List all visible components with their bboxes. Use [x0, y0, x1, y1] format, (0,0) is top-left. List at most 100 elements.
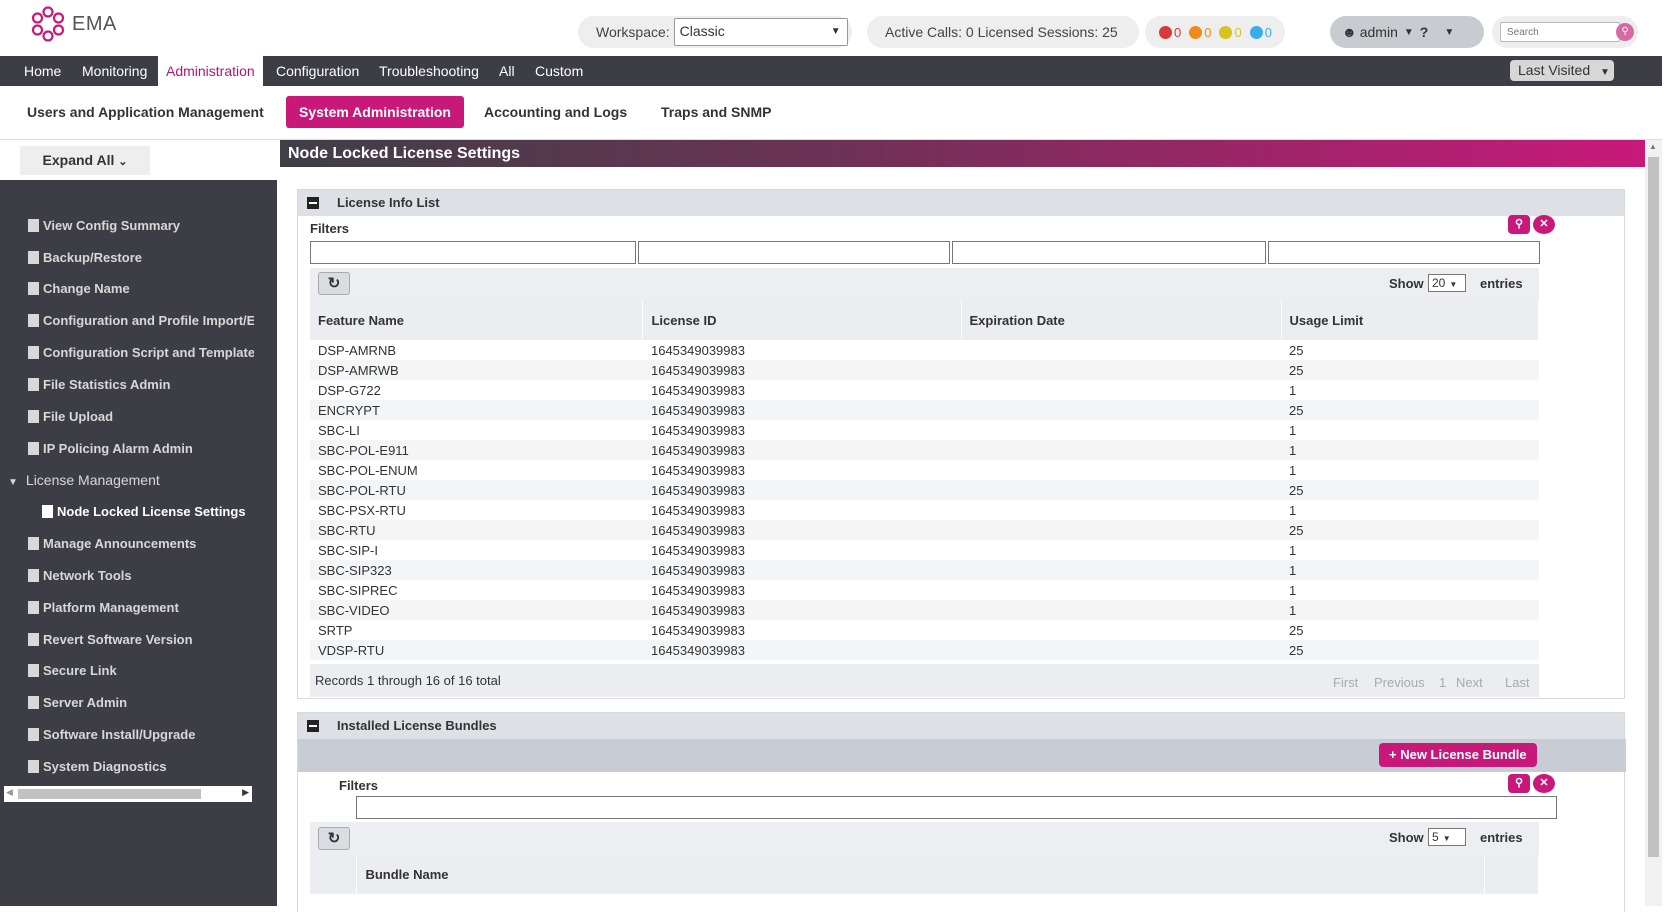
- filter-expiration-date[interactable]: [952, 241, 1266, 264]
- cell-feature-name: SBC-POL-RTU: [310, 480, 643, 500]
- sidebar-item-file-statistics-admin[interactable]: File Statistics Admin: [28, 377, 254, 392]
- cell-feature-name: SBC-LI: [310, 420, 643, 440]
- subnav-users-app-mgmt[interactable]: Users and Application Management: [27, 96, 264, 128]
- table-row[interactable]: SBC-VIDEO 1645349039983 1: [310, 600, 1539, 620]
- sidebar-horizontal-scrollbar[interactable]: ◀ ▶: [4, 786, 252, 802]
- cell-usage-limit: 1: [1281, 440, 1539, 460]
- cell-expiration-date: [961, 500, 1282, 520]
- sidebar-item-view-config-summary[interactable]: View Config Summary: [28, 218, 254, 233]
- sidebar-item-software-install[interactable]: Software Install/Upgrade: [28, 727, 254, 742]
- filter-clear-icon[interactable]: ✕: [1533, 215, 1555, 234]
- column-header-expiration-date[interactable]: Expiration Date: [961, 301, 1282, 340]
- info-alarm-icon: [1249, 25, 1263, 39]
- expand-all-button[interactable]: Expand All ⌄: [20, 146, 150, 175]
- column-header-actions: [1484, 855, 1539, 894]
- info-alarm-count: 0: [1264, 24, 1272, 40]
- table-row[interactable]: DSP-AMRWB 1645349039983 25: [310, 360, 1539, 380]
- table-row[interactable]: VDSP-RTU 1645349039983 25: [310, 640, 1539, 660]
- table-row[interactable]: SBC-LI 1645349039983 1: [310, 420, 1539, 440]
- page-size-select[interactable]: 5 ▼: [1428, 828, 1466, 846]
- nav-troubleshooting[interactable]: Troubleshooting: [379, 56, 479, 86]
- alarm-pill[interactable]: 0 0 0 0: [1145, 16, 1285, 48]
- scroll-right-icon[interactable]: ▶: [242, 787, 249, 798]
- cell-license-id: 1645349039983: [642, 340, 962, 360]
- collapse-icon[interactable]: [307, 720, 319, 732]
- nav-home[interactable]: Home: [24, 56, 61, 86]
- pager-next[interactable]: Next: [1456, 675, 1483, 690]
- pager-first[interactable]: First: [1333, 675, 1358, 690]
- table-row[interactable]: SBC-POL-E911 1645349039983 1: [310, 440, 1539, 460]
- filter-usage-limit[interactable]: [1268, 241, 1540, 264]
- refresh-icon[interactable]: ↻: [318, 272, 350, 295]
- scroll-up-icon[interactable]: ▲: [1649, 142, 1657, 151]
- cell-license-id: 1645349039983: [642, 440, 962, 460]
- column-header-bundle-name[interactable]: Bundle Name: [356, 855, 1485, 894]
- pager-last[interactable]: Last: [1505, 675, 1530, 690]
- column-header-usage-limit[interactable]: Usage Limit: [1281, 301, 1540, 340]
- sidebar-item-ip-policing-alarm[interactable]: IP Policing Alarm Admin: [28, 441, 254, 456]
- page-size-select[interactable]: 20 ▼: [1428, 274, 1466, 292]
- filter-license-id[interactable]: [638, 241, 950, 264]
- last-visited-button[interactable]: Last Visited ▼: [1510, 60, 1614, 81]
- column-header-feature-name[interactable]: Feature Name: [310, 301, 644, 340]
- nav-custom[interactable]: Custom: [535, 56, 583, 86]
- sidebar-item-manage-announcements[interactable]: Manage Announcements: [28, 536, 254, 551]
- license-bundles-panel-header[interactable]: Installed License Bundles: [298, 713, 1624, 739]
- table-row[interactable]: SBC-SIPREC 1645349039983 1: [310, 580, 1539, 600]
- sidebar-item-platform-management[interactable]: Platform Management: [28, 600, 254, 615]
- nav-all[interactable]: All: [499, 56, 515, 86]
- subnav-traps-snmp[interactable]: Traps and SNMP: [661, 96, 771, 128]
- sidebar-item-revert-software[interactable]: Revert Software Version: [28, 632, 254, 647]
- subnav-system-admin[interactable]: System Administration: [286, 96, 464, 128]
- app-logo[interactable]: EMA: [30, 6, 117, 42]
- table-row[interactable]: DSP-G722 1645349039983 1: [310, 380, 1539, 400]
- table-row[interactable]: SBC-PSX-RTU 1645349039983 1: [310, 500, 1539, 520]
- table-row[interactable]: SBC-SIP-I 1645349039983 1: [310, 540, 1539, 560]
- help-button[interactable]: ?: [1420, 24, 1429, 40]
- refresh-icon[interactable]: ↻: [318, 827, 350, 850]
- cell-expiration-date: [961, 580, 1282, 600]
- page-vertical-scrollbar[interactable]: ▲: [1645, 140, 1662, 906]
- filter-search-icon[interactable]: ⚲: [1508, 774, 1530, 793]
- search-icon[interactable]: ⚲: [1616, 23, 1634, 41]
- filter-bundle-name[interactable]: [356, 796, 1557, 819]
- new-license-bundle-button[interactable]: + New License Bundle: [1379, 743, 1537, 767]
- sidebar-item-secure-link[interactable]: Secure Link: [28, 663, 254, 678]
- license-info-panel-header[interactable]: License Info List: [298, 190, 1624, 216]
- sidebar-group-license-management[interactable]: ▼ License Management: [8, 472, 160, 488]
- sidebar-item-config-script-template[interactable]: Configuration Script and Template: [28, 345, 254, 360]
- pager-page-1[interactable]: 1: [1439, 675, 1446, 690]
- table-row[interactable]: SBC-RTU 1645349039983 25: [310, 520, 1539, 540]
- collapse-icon[interactable]: [307, 197, 319, 209]
- filter-feature-name[interactable]: [310, 241, 636, 264]
- nav-administration[interactable]: Administration: [158, 56, 263, 86]
- sidebar-item-backup-restore[interactable]: Backup/Restore: [28, 250, 254, 265]
- sidebar-item-node-locked-license[interactable]: Node Locked License Settings: [42, 504, 268, 519]
- sidebar-item-system-diagnostics[interactable]: System Diagnostics: [28, 759, 254, 774]
- document-icon: [28, 219, 39, 232]
- workspace-select[interactable]: Classic ▼: [673, 18, 848, 46]
- sidebar-item-config-profile-import[interactable]: Configuration and Profile Import/Export: [28, 313, 254, 328]
- pager-previous[interactable]: Previous: [1374, 675, 1425, 690]
- table-row[interactable]: ENCRYPT 1645349039983 25: [310, 400, 1539, 420]
- scrollbar-thumb[interactable]: [18, 789, 201, 799]
- scrollbar-thumb[interactable]: [1648, 157, 1659, 857]
- filter-search-icon[interactable]: ⚲: [1508, 215, 1530, 234]
- nav-configuration[interactable]: Configuration: [276, 56, 359, 86]
- scroll-left-icon[interactable]: ◀: [6, 787, 13, 798]
- table-row[interactable]: SRTP 1645349039983 25: [310, 620, 1539, 640]
- sidebar-item-change-name[interactable]: Change Name: [28, 281, 254, 296]
- table-row[interactable]: SBC-SIP323 1645349039983 1: [310, 560, 1539, 580]
- subnav-accounting-logs[interactable]: Accounting and Logs: [484, 96, 627, 128]
- table-row[interactable]: SBC-POL-RTU 1645349039983 25: [310, 480, 1539, 500]
- sidebar-item-network-tools[interactable]: Network Tools: [28, 568, 254, 583]
- filter-clear-icon[interactable]: ✕: [1533, 774, 1555, 793]
- table-row[interactable]: DSP-AMRNB 1645349039983 25: [310, 340, 1539, 360]
- sidebar-item-server-admin[interactable]: Server Admin: [28, 695, 254, 710]
- column-header-license-id[interactable]: License ID: [642, 301, 962, 340]
- sidebar-item-file-upload[interactable]: File Upload: [28, 409, 254, 424]
- nav-monitoring[interactable]: Monitoring: [82, 56, 147, 86]
- table-row[interactable]: SBC-POL-ENUM 1645349039983 1: [310, 460, 1539, 480]
- user-menu[interactable]: ☻ admin ▼ ? ▼: [1330, 16, 1484, 48]
- search-input[interactable]: [1500, 22, 1620, 42]
